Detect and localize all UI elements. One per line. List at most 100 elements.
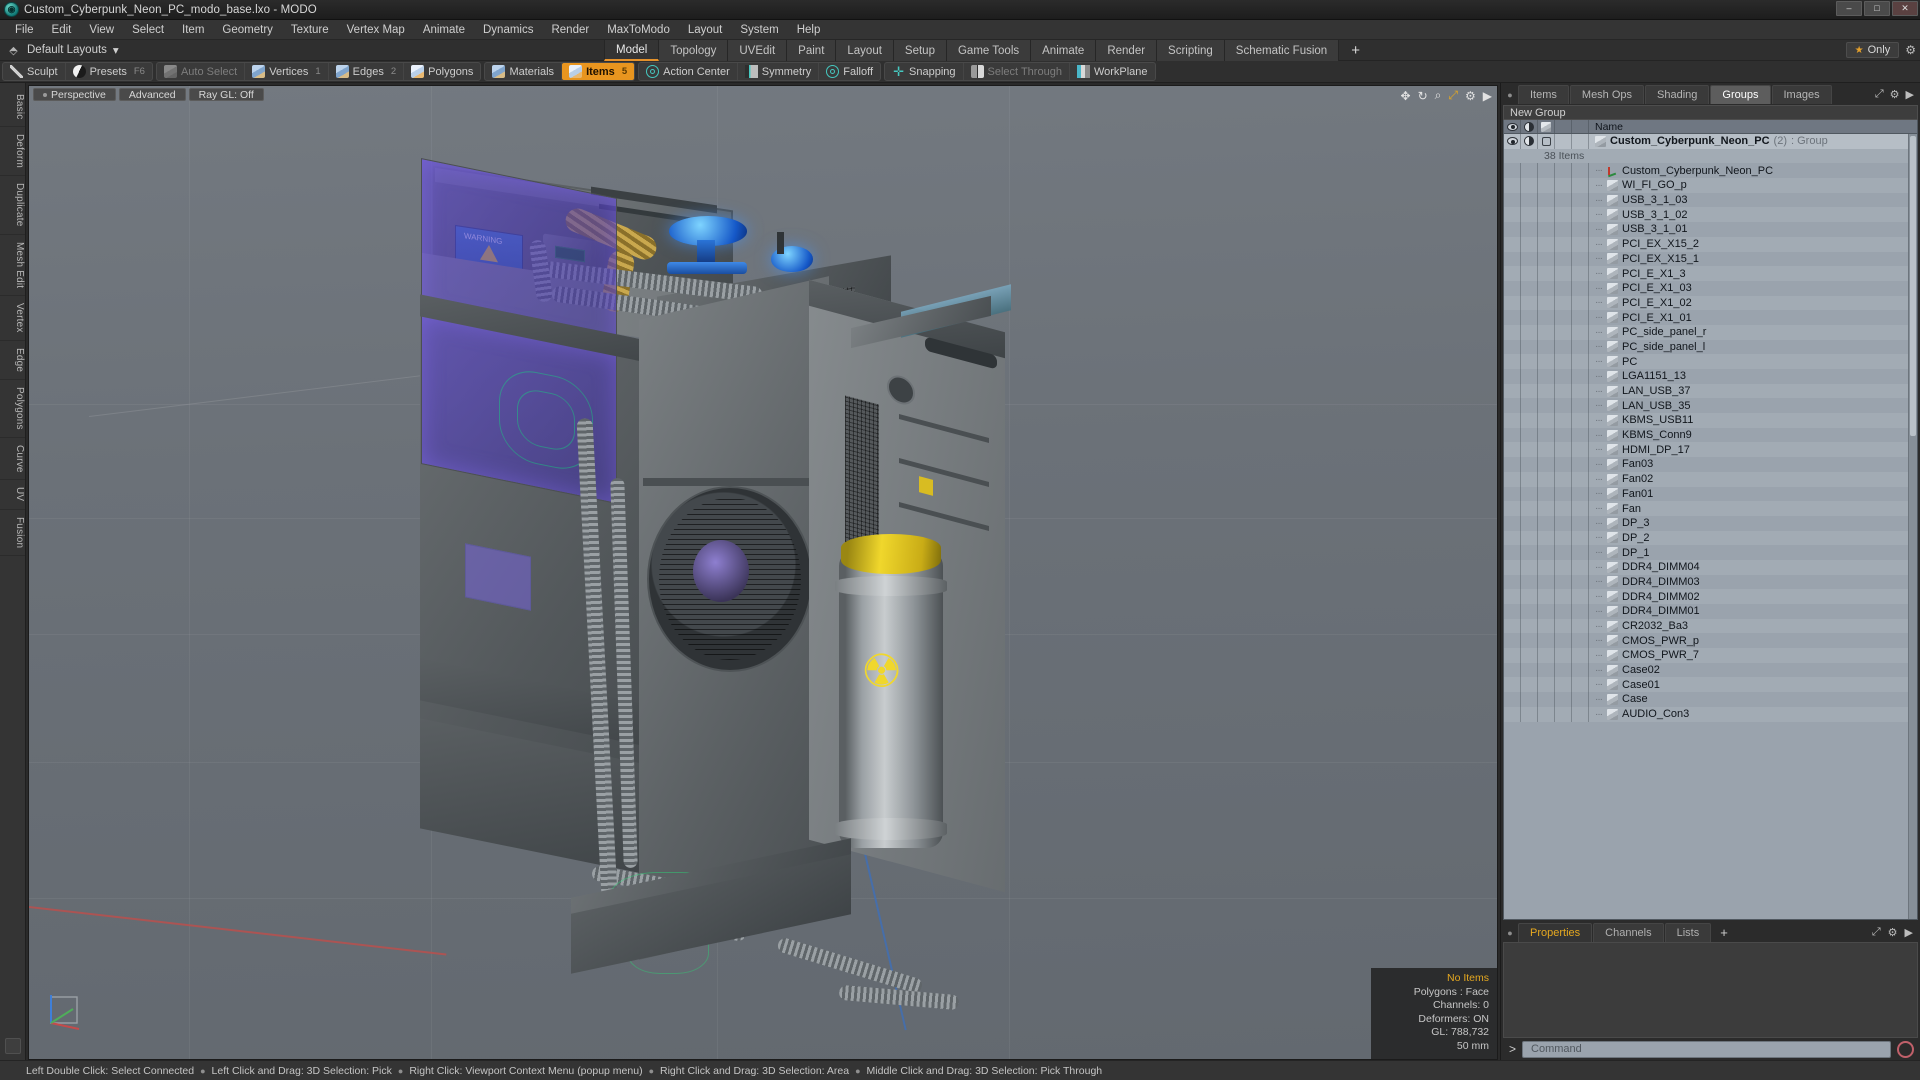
layout-tab-model[interactable]: Model — [604, 40, 660, 61]
item-col-mesh[interactable] — [1538, 530, 1555, 546]
item-col-render[interactable] — [1572, 486, 1589, 502]
item-col-lock[interactable] — [1555, 589, 1572, 604]
item-list-row[interactable]: ··· LAN_USB_35 — [1504, 398, 1917, 414]
item-col-render[interactable] — [1572, 677, 1589, 693]
item-col-shading[interactable] — [1521, 369, 1538, 384]
item-col-mesh[interactable] — [1538, 398, 1555, 414]
item-col-render[interactable] — [1572, 222, 1589, 237]
item-col-visibility[interactable] — [1504, 280, 1521, 296]
item-col-render[interactable] — [1572, 134, 1589, 149]
properties-fit-icon[interactable]: ⤢ — [1872, 926, 1881, 939]
item-list-row[interactable]: ··· PC — [1504, 354, 1917, 369]
item-col-shading[interactable] — [1521, 134, 1538, 149]
item-col-visibility[interactable] — [1504, 369, 1521, 384]
shading-icon[interactable] — [1524, 136, 1534, 147]
menu-item-item[interactable]: Item — [173, 22, 213, 38]
item-col-visibility[interactable] — [1504, 413, 1521, 428]
item-col-lock[interactable] — [1555, 515, 1572, 531]
item-col-shading[interactable] — [1521, 178, 1538, 193]
item-col-visibility[interactable] — [1504, 648, 1521, 663]
toolbar-workplane-button[interactable]: WorkPlane — [1070, 63, 1155, 80]
right-tab-groups[interactable]: Groups — [1710, 85, 1771, 104]
item-col-shading[interactable] — [1521, 163, 1538, 179]
item-list-row[interactable]: ··· DDR4_DIMM04 — [1504, 559, 1917, 575]
item-col-render[interactable] — [1572, 604, 1589, 619]
menu-item-select[interactable]: Select — [123, 22, 173, 38]
item-col-visibility[interactable] — [1504, 442, 1521, 458]
item-col-render[interactable] — [1572, 501, 1589, 516]
item-col-shading[interactable] — [1521, 515, 1538, 531]
layout-tab-topology[interactable]: Topology — [659, 40, 729, 61]
item-col-visibility[interactable] — [1504, 457, 1521, 472]
item-col-lock[interactable] — [1555, 295, 1572, 311]
item-col-render[interactable] — [1572, 559, 1589, 575]
close-button[interactable]: ✕ — [1892, 1, 1918, 16]
item-col-lock[interactable] — [1555, 648, 1572, 663]
layout-tab-game-tools[interactable]: Game Tools — [946, 40, 1032, 61]
item-col-lock[interactable] — [1555, 163, 1572, 179]
add-properties-tab-button[interactable]: + — [1712, 923, 1736, 942]
item-col-lock[interactable] — [1555, 236, 1572, 252]
item-col-lock[interactable] — [1555, 501, 1572, 516]
item-col-shading[interactable] — [1521, 574, 1538, 590]
item-list-row[interactable]: ··· USB_3_1_03 — [1504, 192, 1917, 208]
item-col-shading[interactable] — [1521, 692, 1538, 707]
item-col-render[interactable] — [1572, 354, 1589, 369]
item-list-row[interactable]: ··· WI_FI_GO_p — [1504, 178, 1917, 193]
item-list-row[interactable]: ··· CMOS_PWR_p — [1504, 633, 1917, 649]
item-col-mesh[interactable] — [1538, 339, 1555, 355]
item-col-visibility[interactable] — [1504, 207, 1521, 223]
item-list-row[interactable]: ··· HDMI_DP_17 — [1504, 442, 1917, 458]
item-col-visibility[interactable] — [1504, 236, 1521, 252]
item-col-visibility[interactable] — [1504, 515, 1521, 531]
item-col-render[interactable] — [1572, 266, 1589, 281]
item-col-shading[interactable] — [1521, 251, 1538, 267]
item-col-mesh[interactable] — [1538, 134, 1555, 149]
item-col-visibility[interactable] — [1504, 589, 1521, 604]
record-icon[interactable] — [1897, 1040, 1914, 1058]
item-col-visibility[interactable] — [1504, 339, 1521, 355]
item-col-lock[interactable] — [1555, 559, 1572, 575]
item-col-render[interactable] — [1572, 207, 1589, 223]
item-col-render[interactable] — [1572, 251, 1589, 267]
layout-tab-layout[interactable]: Layout — [836, 40, 894, 61]
menu-item-dynamics[interactable]: Dynamics — [474, 22, 542, 38]
item-col-shading[interactable] — [1521, 530, 1538, 546]
item-col-lock[interactable] — [1555, 266, 1572, 281]
item-col-shading[interactable] — [1521, 192, 1538, 208]
rail-item-uv[interactable]: UV — [0, 480, 25, 510]
item-col-lock[interactable] — [1555, 324, 1572, 340]
item-col-mesh[interactable] — [1538, 574, 1555, 590]
item-col-mesh[interactable] — [1538, 618, 1555, 634]
item-list-row[interactable]: ··· USB_3_1_02 — [1504, 207, 1917, 223]
properties-play-icon[interactable]: ▶ — [1905, 926, 1913, 939]
item-col-lock[interactable] — [1555, 383, 1572, 399]
item-col-visibility[interactable] — [1504, 163, 1521, 179]
layout-tab-render[interactable]: Render — [1096, 40, 1158, 61]
toolbar-snapping-button[interactable]: ✛ Snapping — [885, 63, 964, 80]
item-col-shading[interactable] — [1521, 706, 1538, 722]
item-col-shading[interactable] — [1521, 604, 1538, 619]
mesh-toggle-icon[interactable] — [1541, 136, 1551, 146]
item-col-shading[interactable] — [1521, 354, 1538, 369]
rail-item-fusion[interactable]: Fusion — [0, 510, 25, 556]
col-render-icon[interactable] — [1572, 120, 1589, 133]
viewport-3d[interactable]: WARNING Elect & Shock — [28, 85, 1498, 1060]
item-col-render[interactable] — [1572, 589, 1589, 604]
toolbar-select-through-button[interactable]: Select Through — [964, 63, 1070, 80]
item-col-mesh[interactable] — [1538, 266, 1555, 281]
item-col-lock[interactable] — [1555, 692, 1572, 707]
item-col-render[interactable] — [1572, 324, 1589, 340]
item-col-lock[interactable] — [1555, 574, 1572, 590]
item-col-lock[interactable] — [1555, 398, 1572, 414]
item-list-row[interactable]: ··· DP_2 — [1504, 530, 1917, 546]
item-col-lock[interactable] — [1555, 192, 1572, 208]
item-list-row[interactable]: ··· LGA1151_13 — [1504, 369, 1917, 384]
item-col-visibility[interactable] — [1504, 706, 1521, 722]
item-col-mesh[interactable] — [1538, 310, 1555, 325]
toolbar-sculpt-button[interactable]: Sculpt — [3, 63, 66, 80]
menu-item-animate[interactable]: Animate — [414, 22, 474, 38]
gear-icon[interactable]: ⚙ — [1905, 43, 1916, 57]
item-col-visibility[interactable] — [1504, 324, 1521, 340]
layout-tab-schematic-fusion[interactable]: Schematic Fusion — [1224, 40, 1340, 61]
